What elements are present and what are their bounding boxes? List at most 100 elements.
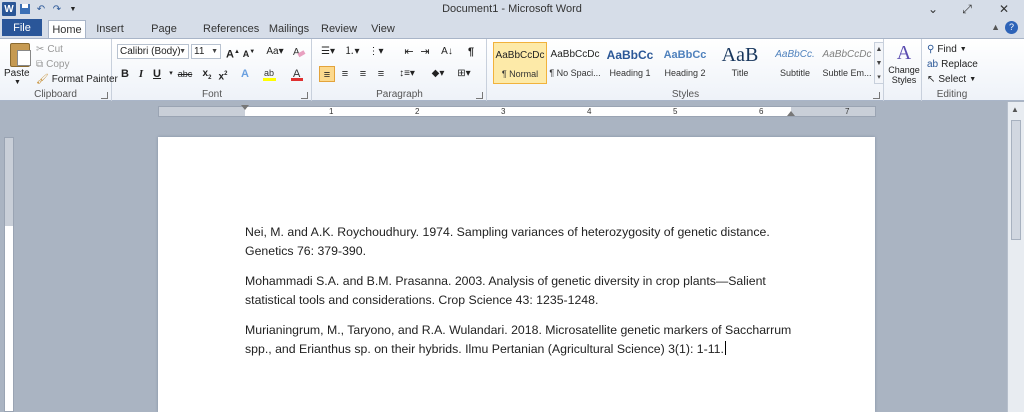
- clipboard-dialog-launcher-icon[interactable]: [101, 92, 108, 99]
- document-page[interactable]: Nei, M. and A.K. Roychoudhury. 1974. Sam…: [158, 137, 875, 412]
- style-subtitle[interactable]: AaBbCc. Subtitle: [768, 42, 822, 84]
- font-color-button[interactable]: A: [289, 66, 307, 82]
- font-dialog-launcher-icon[interactable]: [301, 92, 308, 99]
- paragraph-dialog-launcher-icon[interactable]: [476, 92, 483, 99]
- select-button[interactable]: ↖ Select ▼: [927, 71, 976, 87]
- styles-gallery-scroll[interactable]: ▲ ▼ ▾: [874, 42, 884, 84]
- ruler-number: 5: [673, 107, 678, 116]
- grow-font-button[interactable]: A▲: [225, 44, 241, 61]
- style-sample: AaBbCc.: [775, 49, 815, 60]
- replace-button[interactable]: ab Replace: [927, 56, 978, 72]
- first-line-indent-marker[interactable]: [241, 105, 249, 110]
- borders-icon[interactable]: ⊞▾: [453, 66, 475, 82]
- clear-formatting-icon[interactable]: A: [291, 44, 307, 60]
- horizontal-ruler[interactable]: 1 2 3 4 5 6 7: [158, 105, 876, 117]
- tab-file[interactable]: File: [2, 19, 42, 36]
- multilevel-list-button[interactable]: ⋮▾: [365, 44, 387, 60]
- replace-label: Replace: [941, 58, 978, 70]
- tab-view[interactable]: View: [368, 20, 398, 38]
- align-center-button[interactable]: ≡: [337, 66, 353, 82]
- style-title[interactable]: AaB Title: [713, 42, 767, 84]
- reference-paragraph[interactable]: Murianingrum, M., Taryono, and R.A. Wula…: [245, 321, 805, 359]
- style-sample: AaBbCcDc: [822, 49, 872, 60]
- style-sample: AaBbCc: [663, 49, 707, 61]
- bold-button[interactable]: B: [117, 66, 133, 82]
- increase-indent-icon[interactable]: ⇥: [417, 44, 433, 60]
- style-name: ¶ Normal: [501, 69, 539, 79]
- tab-insert[interactable]: Insert: [94, 20, 126, 38]
- help-icon[interactable]: ?: [1005, 21, 1018, 34]
- decrease-indent-icon[interactable]: ⇤: [401, 44, 417, 60]
- reference-paragraph[interactable]: Mohammadi S.A. and B.M. Prasanna. 2003. …: [245, 272, 805, 310]
- copy-button[interactable]: ⧉ Copy: [36, 56, 70, 72]
- font-family-select[interactable]: Calibri (Body) ▼: [117, 44, 189, 59]
- ruler-top-margin: [5, 138, 13, 226]
- style-normal[interactable]: AaBbCcDc ¶ Normal: [493, 42, 547, 84]
- vertical-scrollbar[interactable]: ▲: [1007, 102, 1024, 412]
- shrink-font-button[interactable]: A▼: [241, 44, 257, 60]
- shading-icon[interactable]: ◆▾: [427, 66, 449, 82]
- align-left-button[interactable]: ≡: [319, 66, 335, 82]
- strikethrough-button[interactable]: abc: [175, 66, 195, 82]
- style-subtle-emphasis[interactable]: AaBbCcDc Subtle Em...: [820, 42, 874, 84]
- line-spacing-button[interactable]: ↕≡▾: [397, 66, 417, 82]
- find-button[interactable]: ⚲ Find ▼: [927, 41, 967, 57]
- justify-button[interactable]: ≡: [373, 66, 389, 82]
- format-painter-button[interactable]: 🖌 Format Painter: [36, 71, 118, 87]
- title-bar: W ↶ ↷ ▼ Document1 - Microsoft Word ⌄ ⤢ ✕: [0, 0, 1024, 18]
- collapse-ribbon-icon[interactable]: ▲: [991, 22, 1000, 32]
- bullets-button[interactable]: ☰▾: [317, 44, 339, 60]
- font-size-select[interactable]: 11 ▼: [191, 44, 221, 59]
- ribbon-tabs: File Home Insert Page Layout References …: [0, 18, 1024, 53]
- paste-label: Paste: [4, 68, 30, 79]
- reference-text: Murianingrum, M., Taryono, and R.A. Wula…: [245, 323, 792, 356]
- style-heading-2[interactable]: AaBbCc Heading 2: [658, 42, 712, 84]
- select-label: Select: [938, 73, 967, 85]
- sort-icon[interactable]: A↓: [439, 44, 455, 60]
- font-group-label: Font: [201, 89, 222, 100]
- text-effects-button[interactable]: A: [237, 66, 253, 82]
- paragraph-group: ☰▾ ⒈▾ ⋮▾ ⇤ ⇥ A↓ ¶ ≡ ≡ ≡ ≡ ↕≡▾ ◆▾ ⊞▾ Para…: [313, 39, 487, 101]
- minimize-button[interactable]: ⌄: [916, 0, 950, 18]
- superscript-button[interactable]: x2: [215, 66, 231, 82]
- tab-page-layout[interactable]: Page Layout: [136, 20, 192, 53]
- scrollbar-thumb[interactable]: [1011, 120, 1021, 240]
- change-styles-button[interactable]: A Change Styles: [887, 41, 921, 87]
- styles-group-label: Styles: [671, 89, 700, 100]
- numbering-button[interactable]: ⒈▾: [341, 44, 363, 60]
- subscript-button[interactable]: x2: [199, 66, 215, 82]
- italic-button[interactable]: I: [133, 66, 149, 82]
- ruler-number: 3: [501, 107, 506, 116]
- paragraph-group-label: Paragraph: [376, 89, 423, 100]
- scissors-icon: ✂: [36, 43, 45, 55]
- restore-button[interactable]: ⤢: [950, 0, 984, 18]
- ruler-number: 2: [415, 107, 420, 116]
- style-sample: AaB: [721, 44, 759, 66]
- style-name: Title: [731, 68, 749, 78]
- paste-button[interactable]: Paste ▼: [2, 39, 34, 87]
- vertical-ruler[interactable]: [4, 137, 14, 412]
- scroll-up-icon[interactable]: ▲: [1011, 105, 1019, 114]
- tab-references[interactable]: References: [203, 20, 259, 38]
- close-button[interactable]: ✕: [984, 0, 1024, 18]
- styles-dialog-launcher-icon[interactable]: [873, 92, 880, 99]
- chevron-down-icon: ▼: [959, 45, 967, 53]
- style-no-spacing[interactable]: AaBbCcDc ¶ No Spaci...: [548, 42, 602, 84]
- font-size-value: 11: [194, 46, 205, 57]
- align-right-button[interactable]: ≡: [355, 66, 371, 82]
- tab-review[interactable]: Review: [321, 20, 357, 38]
- tab-mailings[interactable]: Mailings: [268, 20, 310, 38]
- tab-home[interactable]: Home: [48, 20, 86, 39]
- cut-button[interactable]: ✂ Cut: [36, 41, 63, 57]
- highlight-color-button[interactable]: ab: [261, 66, 281, 82]
- chevron-down-icon: ▼: [179, 48, 186, 55]
- right-indent-marker[interactable]: [787, 111, 795, 116]
- change-case-button[interactable]: Aa▾: [265, 44, 285, 60]
- show-formatting-marks-icon[interactable]: ¶: [463, 44, 479, 60]
- change-styles-label: Change Styles: [888, 65, 920, 85]
- editing-group-label: Editing: [936, 89, 968, 100]
- copy-icon: ⧉: [36, 58, 44, 70]
- paintbrush-icon: 🖌: [36, 73, 49, 85]
- reference-paragraph[interactable]: Nei, M. and A.K. Roychoudhury. 1974. Sam…: [245, 223, 805, 261]
- style-heading-1[interactable]: AaBbCc Heading 1: [603, 42, 657, 84]
